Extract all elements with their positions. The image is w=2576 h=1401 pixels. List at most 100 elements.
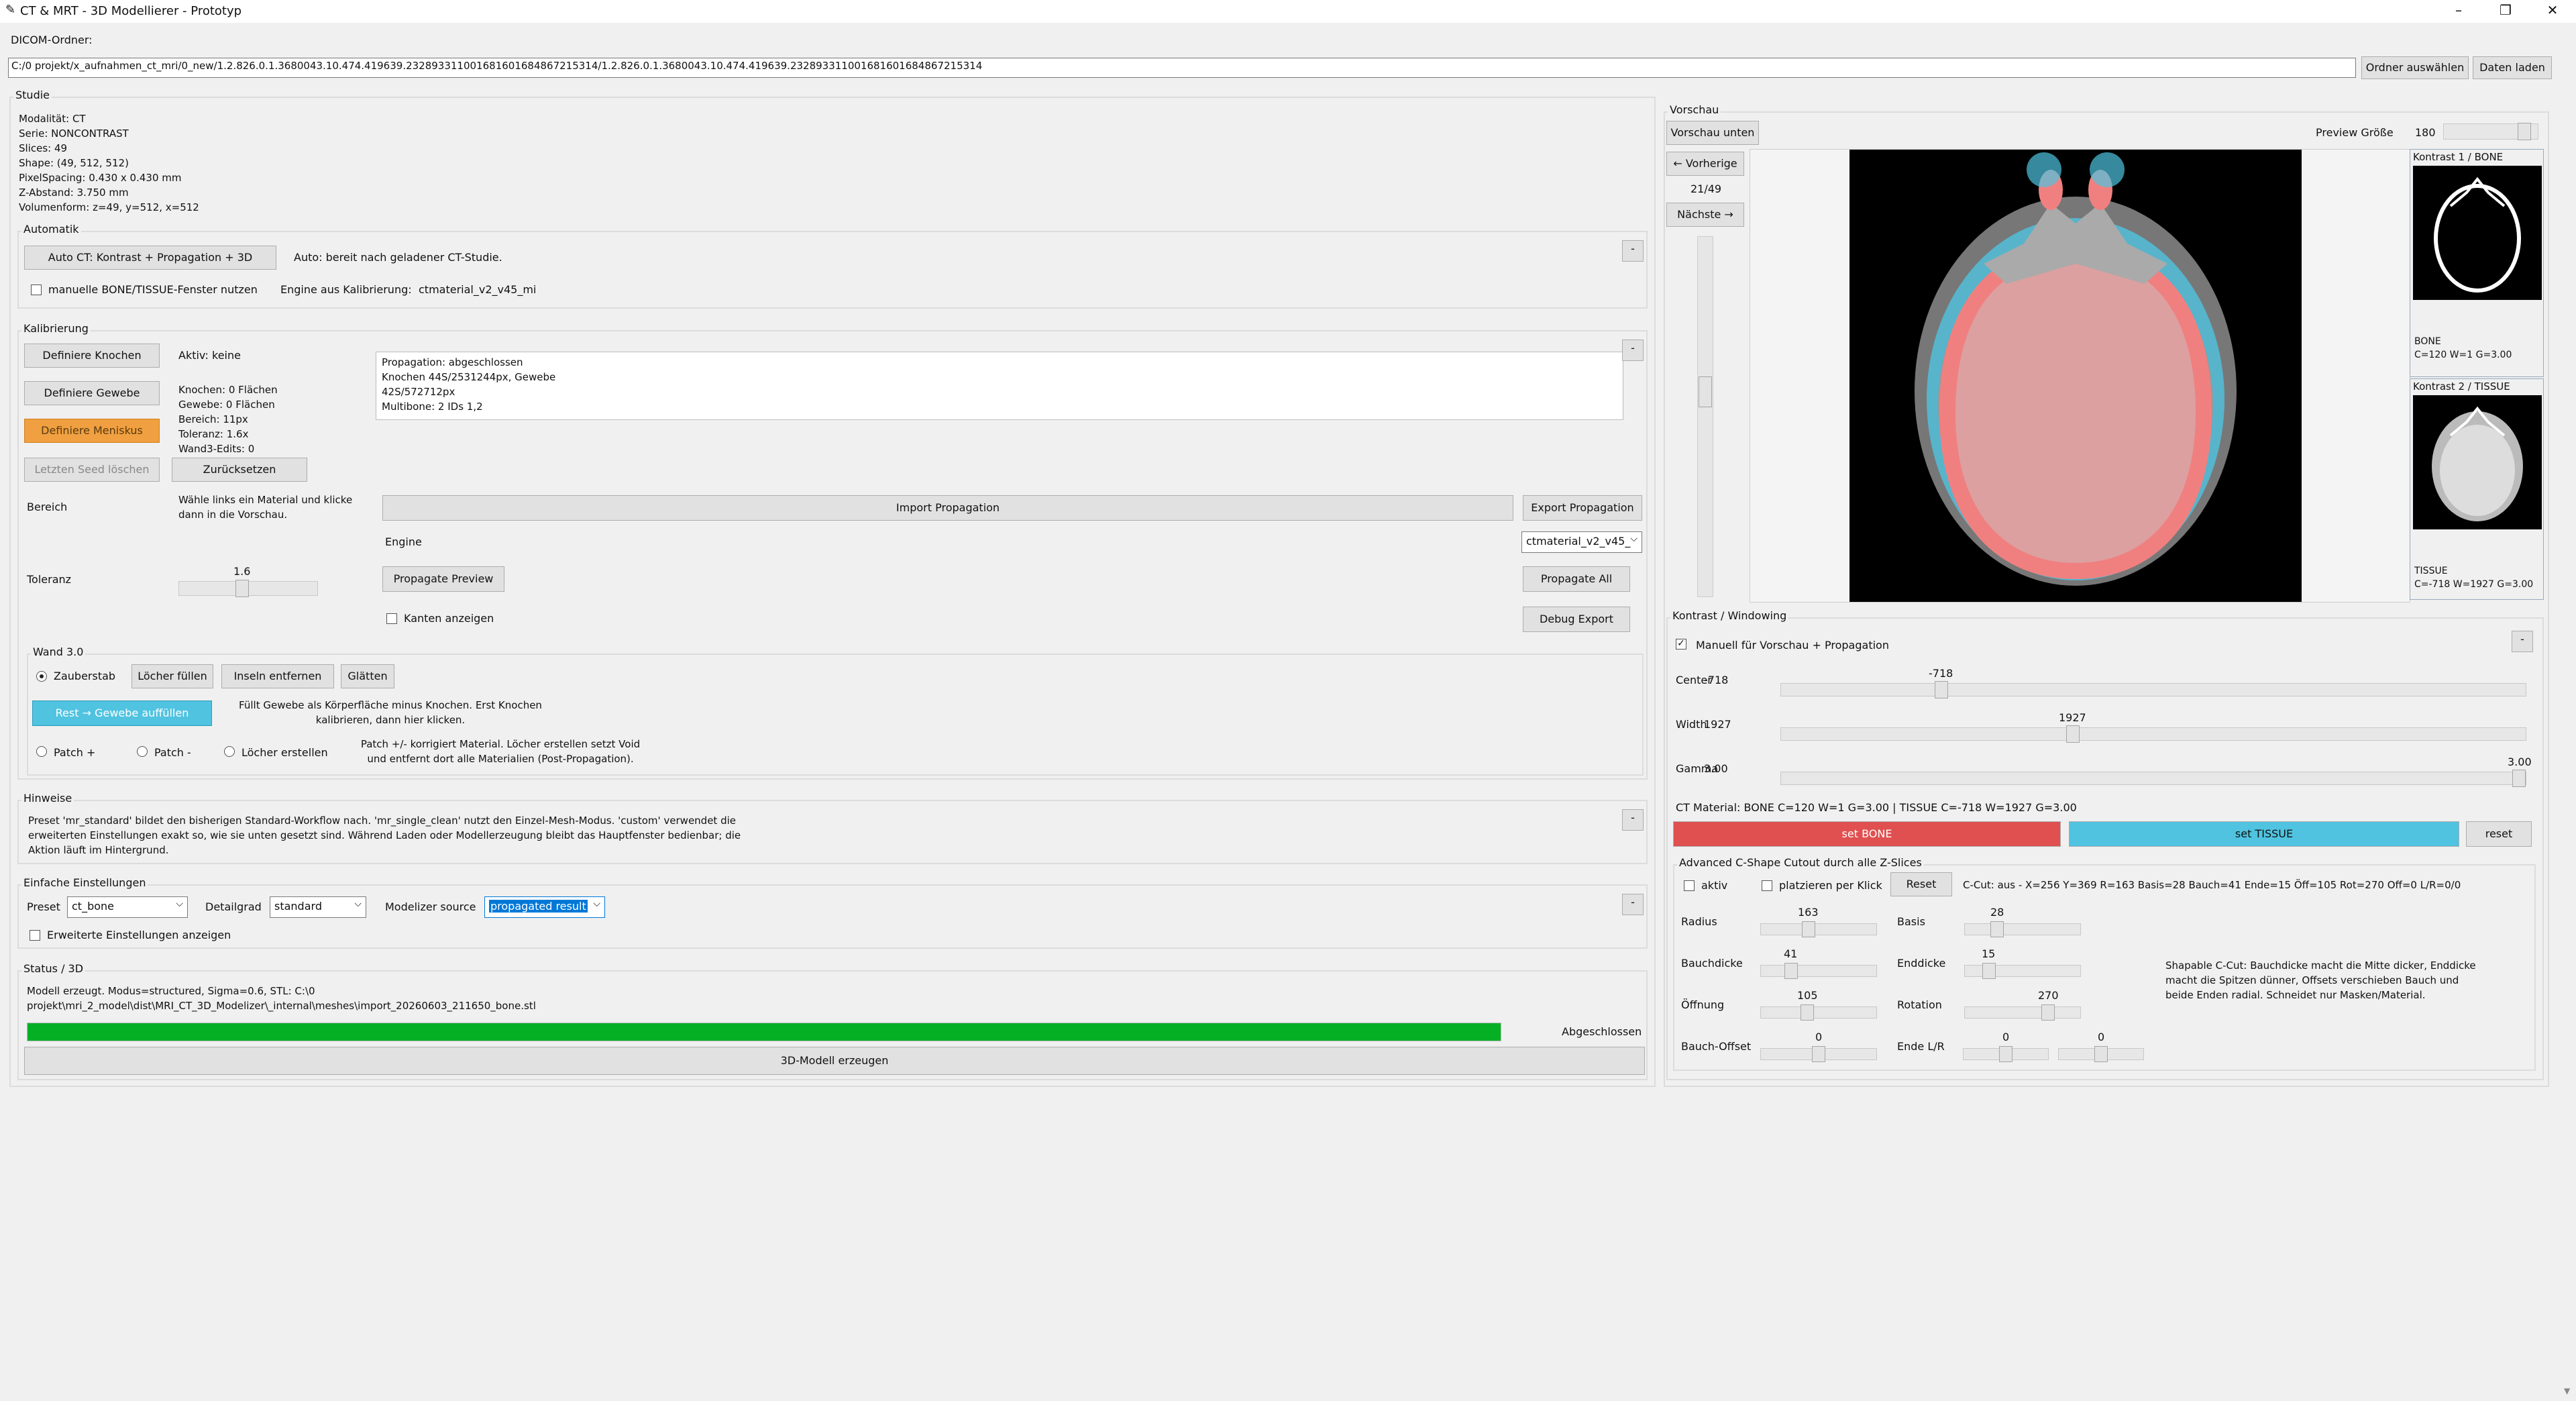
radius-slider[interactable] [1760,921,1877,937]
cshape-reset-button[interactable]: Reset [1890,872,1952,896]
windowing-collapse-button[interactable]: - [2512,631,2533,652]
slider-thumb[interactable] [2066,725,2080,743]
delete-last-seed-button[interactable]: Letzten Seed löschen [24,458,160,482]
slider-thumb[interactable] [235,580,249,597]
propagation-log-line: Propagation: abgeschlossen [382,356,523,368]
gamma-value: 3.00 [1704,762,1728,775]
oeffnung-slider[interactable] [1760,1004,1877,1021]
create-3d-model-button[interactable]: 3D-Modell erzeugen [24,1047,1645,1075]
modelizer-source-select[interactable]: propagated result ⌵ [484,896,605,918]
hints-collapse-button[interactable]: - [1622,809,1644,831]
scroll-down-icon[interactable]: ▼ [2564,1386,2570,1396]
window-scrollbar[interactable] [2563,23,2576,1401]
propagate-preview-button[interactable]: Propagate Preview [382,566,504,592]
calibration-group-label: Kalibrierung [21,322,91,335]
wand-group-label: Wand 3.0 [31,645,86,658]
magic-wand-radio[interactable] [36,671,47,682]
reset-calibration-button[interactable]: Zurücksetzen [172,458,307,482]
manual-windowing-checkbox[interactable]: ✓ [1676,639,1686,650]
place-click-checkbox[interactable] [1762,880,1772,891]
dicom-path-input[interactable]: C:/0 projekt/x_aufnahmen_ct_mri/0_new/1.… [8,58,2356,78]
choose-folder-button[interactable]: Ordner auswählen [2361,56,2469,79]
rotation-slider[interactable] [1964,1004,2081,1021]
slider-thumb[interactable] [1999,1046,2012,1062]
preset-select[interactable]: ct_bone ⌵ [67,896,188,918]
width-label: Width [1676,718,1707,731]
oeffnung-value: 105 [1797,989,1818,1002]
slider-thumb[interactable] [1990,921,2004,937]
patch-plus-radio[interactable] [36,746,47,757]
set-bone-button[interactable]: set BONE [1673,821,2061,847]
auto-ct-button[interactable]: Auto CT: Kontrast + Propagation + 3D [24,246,276,270]
contrast1-values: C=120 W=1 G=3.00 [2414,350,2512,360]
engine-select[interactable]: ctmaterial_v2_v45_ ⌵ [1521,531,1642,553]
bauchdicke-slider[interactable] [1760,963,1877,979]
slice-scroll-thumb[interactable] [1699,376,1712,407]
slider-thumb[interactable] [2518,123,2531,140]
app-icon: ✎ [5,3,16,17]
set-tissue-button[interactable]: set TISSUE [2069,821,2459,847]
slider-thumb[interactable] [1982,963,1996,979]
slider-thumb[interactable] [2512,770,2526,787]
status-group-label: Status / 3D [21,962,86,975]
study-shape: Shape: (49, 512, 512) [19,157,129,169]
preview-size-value: 180 [2415,126,2436,139]
slice-scrollbar[interactable] [1697,236,1713,597]
export-propagation-button[interactable]: Export Propagation [1523,495,1642,521]
auto-collapse-button[interactable]: - [1622,240,1644,262]
fill-holes-button[interactable]: Löcher füllen [131,664,213,688]
calibration-collapse-button[interactable]: - [1622,340,1644,361]
ende-l-slider[interactable] [1963,1046,2049,1062]
propagate-all-button[interactable]: Propagate All [1523,566,1630,592]
slider-thumb[interactable] [2094,1046,2108,1062]
manual-windows-checkbox[interactable] [31,284,42,295]
remove-islands-button[interactable]: Inseln entfernen [221,664,334,688]
width-slider[interactable] [1780,725,2526,743]
bauch-offset-slider[interactable] [1760,1046,1877,1062]
toleranz-slider[interactable] [178,580,318,597]
slider-thumb[interactable] [1784,963,1798,979]
import-propagation-button[interactable]: Import Propagation [382,495,1513,521]
cshape-help-line: macht die Spitzen dünner, Offsets versch… [2165,974,2459,986]
simple-collapse-button[interactable]: - [1622,894,1644,915]
debug-export-button[interactable]: Debug Export [1523,607,1630,632]
cshape-active-checkbox[interactable] [1684,880,1695,891]
previous-slice-button[interactable]: ← Vorherige [1666,152,1744,176]
enddicke-slider[interactable] [1964,963,2081,979]
bereich-help-line: Wähle links ein Material und klicke [178,494,353,506]
fill-rest-tissue-button[interactable]: Rest → Gewebe auffüllen [32,701,212,726]
define-bone-button[interactable]: Definiere Knochen [24,344,160,368]
patch-minus-label: Patch - [154,746,191,759]
load-data-button[interactable]: Daten laden [2473,56,2552,79]
preview-canvas[interactable] [1750,149,2410,603]
ende-r-slider[interactable] [2058,1046,2144,1062]
preview-size-slider[interactable] [2443,123,2538,140]
basis-slider[interactable] [1964,921,2081,937]
show-edges-checkbox[interactable] [386,613,397,624]
study-info: Modalität: CT Serie: NONCONTRAST Slices:… [19,111,199,215]
slider-thumb[interactable] [2041,1004,2055,1021]
preview-bottom-button[interactable]: Vorschau unten [1666,121,1759,145]
ct-slice-image[interactable] [1849,150,2302,602]
create-holes-radio[interactable] [224,746,235,757]
slider-thumb[interactable] [1802,921,1815,937]
smooth-button[interactable]: Glätten [341,664,394,688]
slider-thumb[interactable] [1812,1046,1825,1062]
gamma-slider[interactable] [1780,770,2526,787]
slider-thumb[interactable] [1935,681,1948,698]
title-bar: ✎ CT & MRT - 3D Modellierer - Prototyp –… [0,0,2576,23]
close-button[interactable]: ✕ [2522,0,2576,23]
patch-help: Patch +/- korrigiert Material. Löcher er… [346,737,655,766]
range-value: Bereich: 11px [178,413,248,425]
patch-minus-radio[interactable] [137,746,148,757]
cshape-active-label: aktiv [1701,879,1728,892]
define-tissue-button[interactable]: Definiere Gewebe [24,381,160,405]
define-meniscus-button[interactable]: Definiere Meniskus [24,419,160,443]
slider-thumb[interactable] [1801,1004,1814,1021]
next-slice-button[interactable]: Nächste → [1666,203,1744,227]
detail-select[interactable]: standard ⌵ [270,896,366,918]
chevron-down-icon: ⌵ [354,898,362,909]
advanced-settings-checkbox[interactable] [30,930,40,941]
center-slider[interactable] [1780,681,2526,698]
reset-windowing-button[interactable]: reset [2466,821,2532,847]
